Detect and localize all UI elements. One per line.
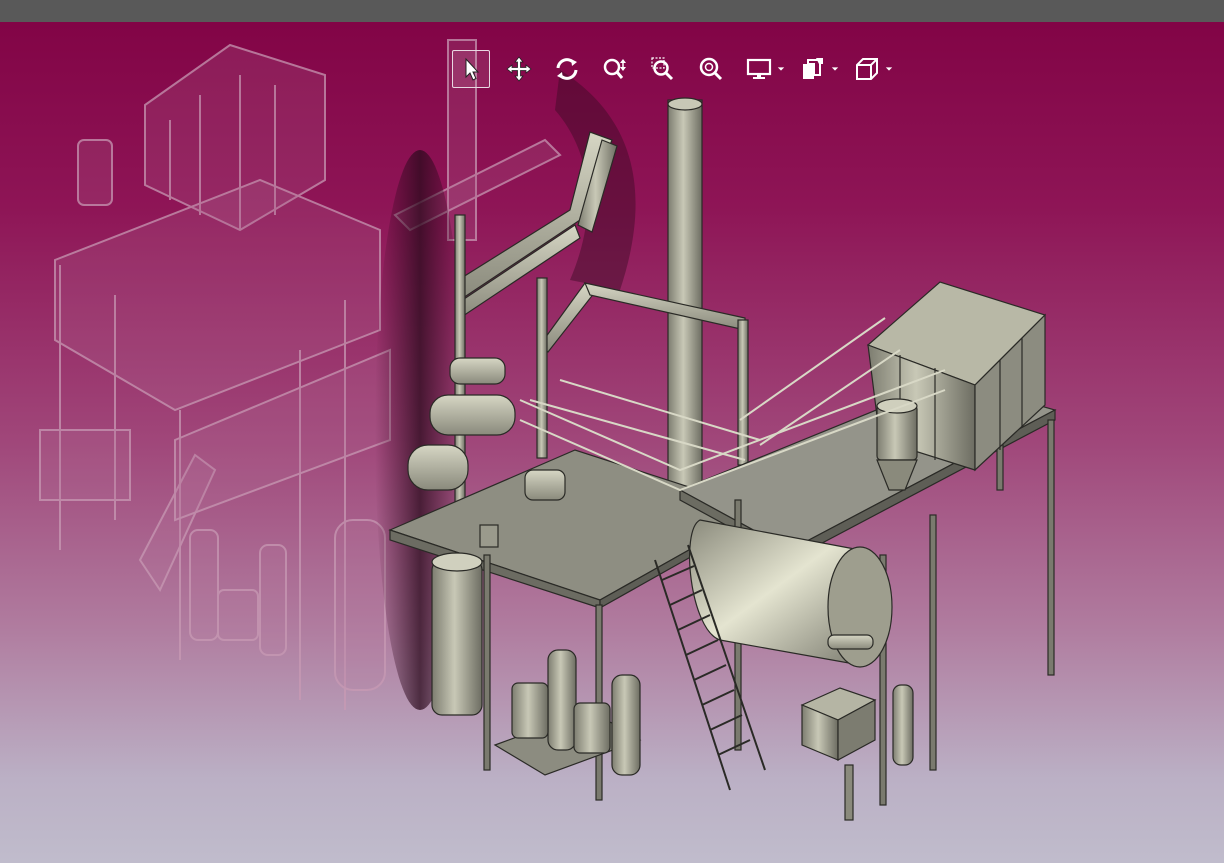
section-plane-button[interactable] — [794, 50, 832, 88]
view-cube-button[interactable] — [848, 50, 886, 88]
zoom-window-button[interactable] — [644, 50, 682, 88]
zoom-updown-icon — [603, 58, 626, 79]
rotate-tool-button[interactable] — [548, 50, 586, 88]
view-cube-dropdown[interactable] — [884, 64, 894, 74]
pan-tool-button[interactable] — [500, 50, 538, 88]
zoom-fit-button[interactable] — [692, 50, 730, 88]
display-mode-button[interactable] — [740, 50, 778, 88]
chevron-down-icon — [777, 67, 785, 71]
section-dropdown[interactable] — [830, 64, 840, 74]
chevron-down-icon — [885, 67, 893, 71]
view-cube-icon — [856, 58, 878, 80]
section-group — [794, 50, 840, 88]
3d-viewport[interactable] — [0, 22, 1224, 863]
title-bar — [0, 0, 1224, 22]
chevron-down-icon — [831, 67, 839, 71]
cursor-arrow-icon — [465, 57, 480, 81]
select-tool-button[interactable] — [452, 50, 490, 88]
main-model — [388, 97, 1057, 821]
zoom-fit-icon — [699, 57, 723, 81]
zoom-window-icon — [651, 57, 674, 81]
view-toolbar — [452, 48, 902, 90]
display-mode-dropdown[interactable] — [776, 64, 786, 74]
zoom-tool-button[interactable] — [596, 50, 634, 88]
monitor-icon — [746, 58, 772, 79]
rotate-icon — [556, 58, 578, 80]
move-arrows-icon — [506, 56, 532, 82]
view-cube-group — [848, 50, 894, 88]
cad-model-scene[interactable] — [0, 22, 1224, 863]
display-mode-group — [740, 50, 786, 88]
section-plane-icon — [803, 58, 823, 79]
